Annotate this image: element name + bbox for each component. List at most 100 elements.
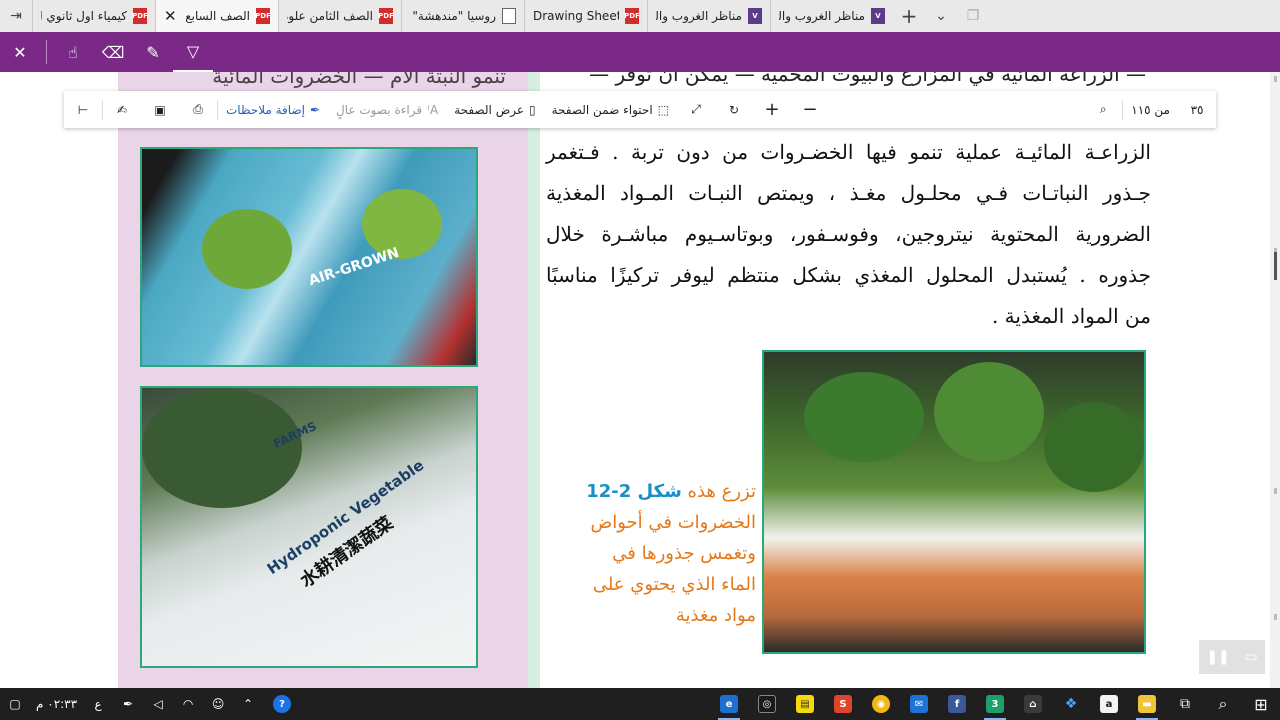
page-icon [502, 8, 516, 24]
facebook-app-icon[interactable]: f [938, 688, 976, 720]
browser-tab-bar: ⇥ PDF كيمياء اول ثانوي ل PDF الصف السابع… [0, 0, 1280, 32]
caption-line: الماء الذي يحتوي على [592, 574, 756, 595]
spreadsheet-app-icon[interactable]: 3 [976, 688, 1014, 720]
tab-sunset-1[interactable]: V مناظر الغروب والد [647, 0, 770, 32]
chrome-app-icon[interactable]: ◉ [862, 688, 900, 720]
read-aloud-button[interactable]: A⁾ قراءة بصوت عالٍ [328, 91, 446, 128]
screenshot-app-icon[interactable]: ◎ [748, 688, 786, 720]
fit-page-button[interactable]: ⬚ احتواء ضمن الصفحة [544, 91, 677, 128]
paragraph-line: جذوره . يُستبدل المحلول المغذي بشكل منتظ… [546, 263, 1151, 287]
tab-sunset-2[interactable]: V مناظر الغروب والد [770, 0, 893, 32]
pause-icon[interactable]: ❚❚ [1206, 649, 1229, 665]
help-app-icon[interactable]: ? [263, 688, 301, 720]
pdf-toolbar: ⊣ ✍ ▣ ⎙ ✒ إضافة ملاحظات A⁾ قراءة بصوت عا… [64, 91, 1216, 128]
rotate-icon[interactable]: ↻ [715, 91, 753, 128]
windows-start-icon[interactable]: ⊞ [1242, 688, 1280, 720]
zoom-out-icon[interactable]: − [791, 91, 829, 128]
scroll-marker [1274, 614, 1277, 620]
tab-label: روسيا "مندهشة" د [410, 9, 496, 23]
app-glyph: ❖ [1062, 695, 1080, 713]
notifications-icon[interactable]: ▢ [0, 688, 30, 720]
app-glyph: 3 [986, 695, 1004, 713]
tab-label: كيمياء اول ثانوي ل [41, 9, 127, 23]
tab-drawing-sheet[interactable]: Drawing Sheet 7 PDF [524, 0, 647, 32]
vertical-scrollbar[interactable] [1270, 72, 1280, 688]
leaf-shape [1044, 402, 1144, 492]
file-explorer-icon[interactable]: ▬ [1128, 688, 1166, 720]
windows-taskbar: ▢ ٠٢:٣٣ م ع ✒ ◁ ◠ ☺ ⌃ ? e ◎ ▤ S ◉ ✉ f 3 … [0, 688, 1280, 720]
tab-chemistry[interactable]: PDF كيمياء اول ثانوي ل [32, 0, 155, 32]
draw-icon[interactable]: ✍ [103, 91, 141, 128]
scrollbar-thumb[interactable] [1274, 252, 1277, 280]
tab-label: الصف الثامن علوم [287, 9, 373, 23]
save-icon[interactable]: ▣ [141, 91, 179, 128]
app-glyph: ◎ [758, 695, 776, 713]
eraser-icon[interactable]: ⌫ [93, 32, 133, 72]
mail-app-icon[interactable]: ✉ [900, 688, 938, 720]
print-icon[interactable]: ⎙ [179, 91, 217, 128]
chevron-down-icon[interactable]: ⌄ [925, 0, 957, 32]
tab-label: الصف السابع [185, 9, 250, 23]
store-app-icon[interactable]: ⌂ [1014, 688, 1052, 720]
amazon-app-icon[interactable]: a [1090, 688, 1128, 720]
touch-write-icon[interactable]: ☝ [53, 32, 93, 72]
page-number-input[interactable]: ٣٥ [1178, 91, 1216, 128]
add-notes-button[interactable]: ✒ إضافة ملاحظات [218, 91, 328, 128]
task-view-icon[interactable]: ⧉ [1166, 688, 1204, 720]
fullscreen-icon[interactable]: ⤢ [677, 91, 715, 128]
app-glyph: ◉ [872, 695, 890, 713]
bag-brand-text: AIR-GROWN [306, 244, 402, 290]
close-icon[interactable]: ✕ [0, 32, 40, 72]
scroll-marker [1274, 488, 1277, 494]
chevron-up-icon[interactable]: ⌃ [233, 688, 263, 720]
app-glyph: ⌕ [1218, 694, 1228, 713]
hydroponic-vegetable-bag-photo: FARMS Hydroponic Vegetable 水耕清潔蔬菜 [140, 386, 478, 668]
pdf-icon: PDF [378, 8, 394, 24]
sticky-notes-icon[interactable]: ▤ [786, 688, 824, 720]
edge-app-icon[interactable]: e [710, 688, 748, 720]
restore-window-icon[interactable]: ❐ [957, 0, 989, 32]
close-tab-icon[interactable]: ✕ [164, 7, 177, 25]
app-glyph: S [834, 695, 852, 713]
caption-line: تزرع هذه شكل 2-12 [556, 476, 756, 507]
header-partial-left: تنمو النبتة الأم — الخضروات المائية [212, 72, 506, 88]
picture-icon[interactable]: ▭ [1244, 649, 1257, 665]
language-indicator[interactable]: ع [83, 688, 113, 720]
app-glyph: ⊞ [1254, 694, 1268, 714]
pdf-icon: PDF [132, 8, 148, 24]
app-glyph: ▤ [796, 695, 814, 713]
zoom-in-icon[interactable]: + [753, 91, 791, 128]
caption-line: تزرع هذه [687, 481, 756, 502]
paragraph-line: الزراعـة المائيـة عملية تنمو فيها الخضـر… [546, 140, 1151, 164]
pen-icon[interactable]: ▽ [173, 32, 213, 72]
tab-label: Drawing Sheet 7 [533, 9, 619, 23]
pdf-page: تنمو النبتة الأم — الخضروات المائية — ال… [36, 72, 1242, 688]
tab-eighth-grade[interactable]: PDF الصف الثامن علوم [278, 0, 401, 32]
tab-actions-icon[interactable]: ⇥ [0, 0, 32, 32]
read-aloud-label: قراءة بصوت عالٍ [336, 102, 423, 117]
clock[interactable]: ٠٢:٣٣ م [30, 688, 83, 720]
pen-icon: ✒ [309, 102, 321, 117]
wifi-icon[interactable]: ◠ [173, 688, 203, 720]
people-icon[interactable]: ☺ [203, 688, 233, 720]
pen-workspace-icon[interactable]: ✒ [113, 688, 143, 720]
app-glyph: ⧉ [1180, 696, 1190, 712]
page-view-icon: ▯ [528, 102, 536, 117]
tab-russia[interactable]: روسيا "مندهشة" د [401, 0, 524, 32]
volume-icon[interactable]: ◁ [143, 688, 173, 720]
pin-toolbar-icon[interactable]: ⊣ [64, 91, 102, 128]
pdf-icon: PDF [255, 8, 271, 24]
s-app-icon[interactable]: S [824, 688, 862, 720]
search-icon[interactable]: ⌕ [1204, 688, 1242, 720]
page-total: من ١١٥ [1131, 102, 1170, 117]
highlighter-icon[interactable]: ✎ [133, 32, 173, 72]
leaf-shape [934, 362, 1044, 462]
dropbox-app-icon[interactable]: ❖ [1052, 688, 1090, 720]
app-glyph: ⌂ [1024, 695, 1042, 713]
page-view-button[interactable]: ▯ عرض الصفحة [446, 91, 543, 128]
pdf-icon: PDF [624, 8, 640, 24]
hydroponic-roots-photo [762, 350, 1146, 654]
new-tab-icon[interactable]: + [893, 0, 925, 32]
search-icon[interactable]: ⌕ [1084, 91, 1122, 128]
tab-seventh-grade[interactable]: PDF الصف السابع ✕ [155, 0, 278, 32]
